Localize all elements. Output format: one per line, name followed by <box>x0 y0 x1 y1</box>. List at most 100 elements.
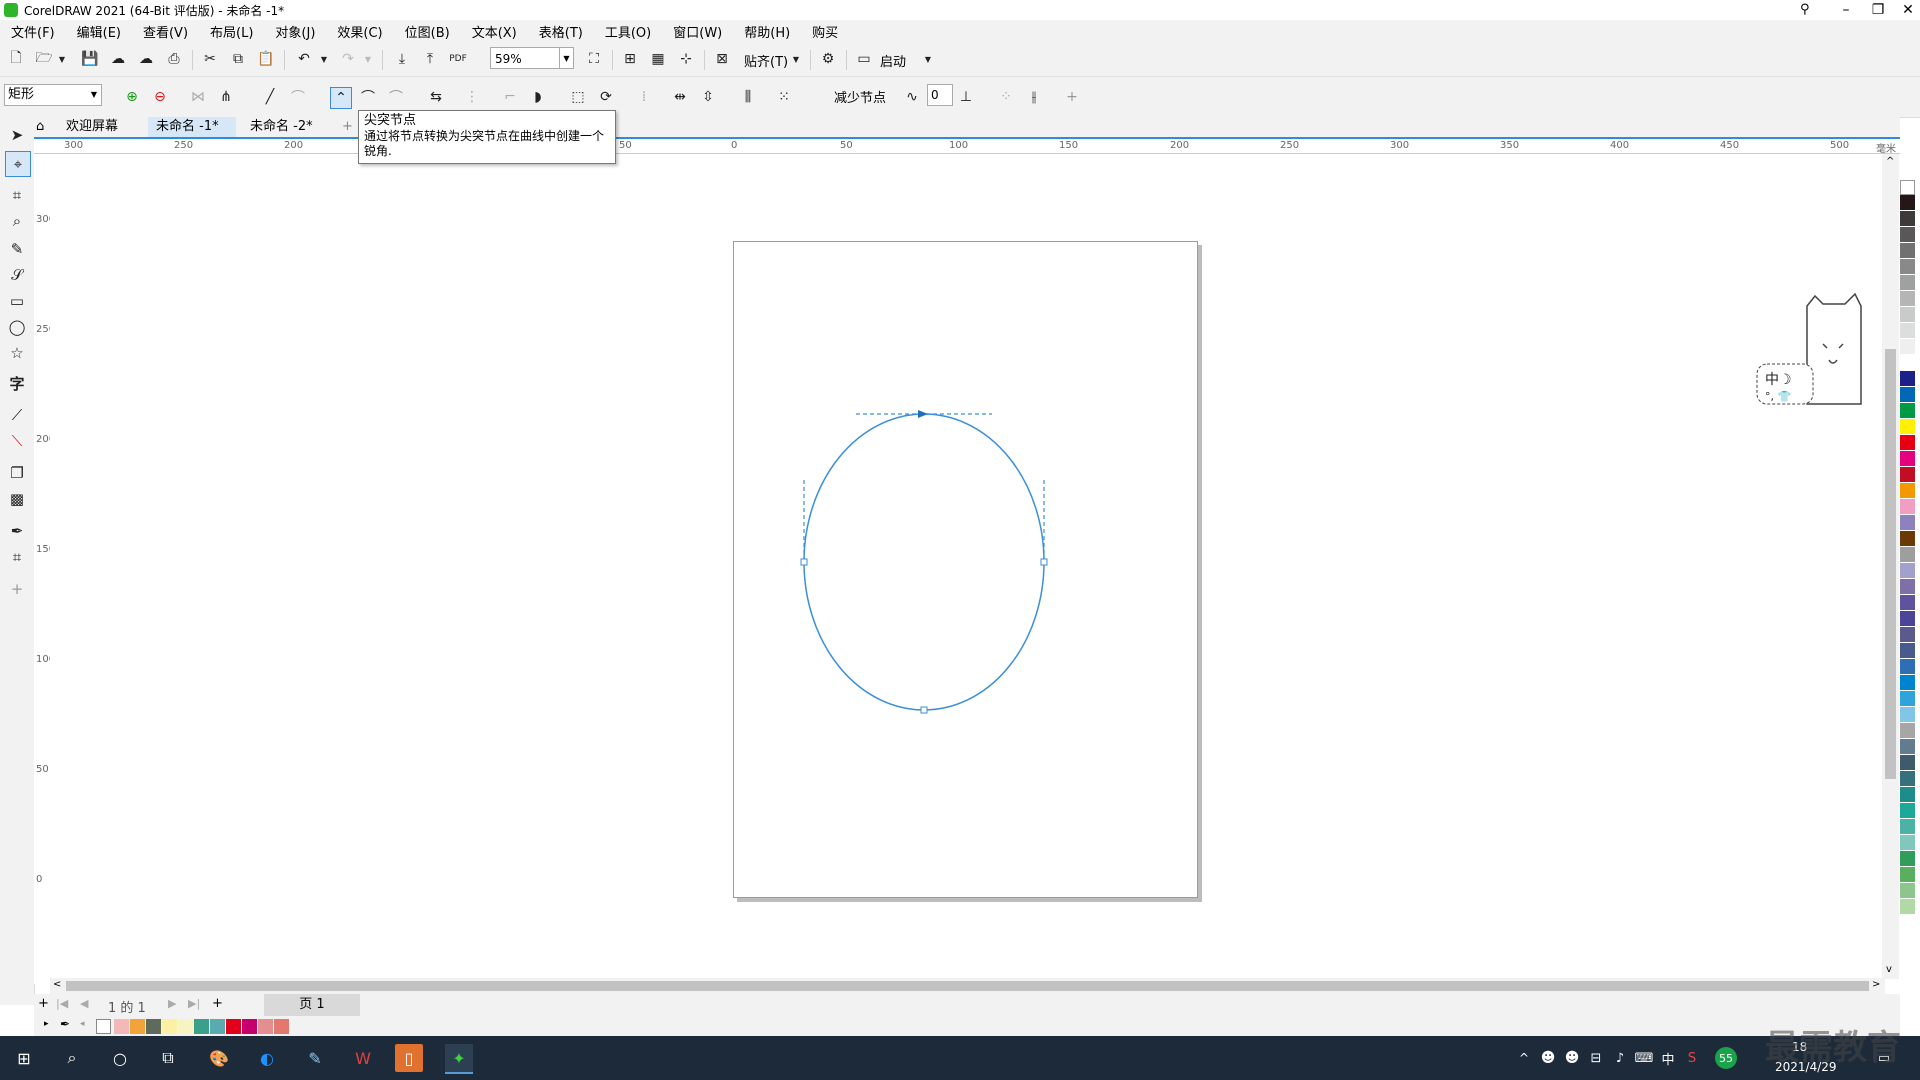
menu-window[interactable]: 窗口(W) <box>662 22 733 41</box>
palette-swatch[interactable] <box>1900 771 1915 787</box>
first-page-icon[interactable]: |◀ <box>56 997 68 1010</box>
copy-icon[interactable]: ⧉ <box>228 49 248 69</box>
palette-swatch[interactable] <box>1900 723 1915 739</box>
palette-expand-icon[interactable]: ▸ <box>44 1019 49 1029</box>
palette-swatch[interactable] <box>1900 883 1915 899</box>
doc-palette-swatch[interactable] <box>242 1019 257 1034</box>
crop-tool-icon[interactable]: ⌗ <box>5 183 29 207</box>
horizontal-scroll-thumb[interactable] <box>66 981 1869 991</box>
horizontal-scrollbar[interactable]: < > <box>50 978 1885 994</box>
palette-swatch[interactable] <box>1900 467 1915 483</box>
show-rulers-icon[interactable]: ⊞ <box>620 49 640 69</box>
palette-swatch[interactable] <box>1900 403 1915 419</box>
to-line-icon[interactable]: ╱ <box>260 87 280 107</box>
add-tool-icon[interactable]: + <box>5 577 29 601</box>
publish-pdf-icon[interactable]: PDF <box>448 49 468 69</box>
add-page-before-icon[interactable]: + <box>38 996 49 1011</box>
palette-swatch[interactable] <box>1900 515 1915 531</box>
palette-swatch[interactable] <box>1900 627 1915 643</box>
align-nodes-icon[interactable]: ⁞ <box>634 87 654 107</box>
menu-bitmaps[interactable]: 位图(B) <box>394 22 461 41</box>
search-icon[interactable]: ⌕ <box>58 1044 86 1072</box>
palette-swatch[interactable] <box>1900 531 1915 547</box>
menu-effects[interactable]: 效果(C) <box>326 22 393 41</box>
palette-swatch[interactable] <box>1900 451 1915 467</box>
scroll-up-icon[interactable]: ^ <box>1886 156 1894 167</box>
rectangle-tool-icon[interactable]: ▭ <box>5 289 29 313</box>
palette-scroll-left-icon[interactable]: ◂ <box>80 1019 85 1029</box>
ellipse-tool-icon[interactable]: ◯ <box>5 315 29 339</box>
minimize-button[interactable]: – <box>1830 0 1862 20</box>
palette-swatch[interactable] <box>1900 707 1915 723</box>
palette-swatch[interactable] <box>1900 675 1915 691</box>
doc-palette-swatch[interactable] <box>194 1019 209 1034</box>
palette-swatch[interactable] <box>1900 643 1915 659</box>
smooth-node-icon[interactable]: ⌒ <box>358 87 378 107</box>
palette-swatch[interactable] <box>1900 659 1915 675</box>
add-page-after-icon[interactable]: + <box>212 996 223 1011</box>
palette-swatch[interactable] <box>1900 787 1915 803</box>
launch-icon[interactable]: ▭ <box>854 49 874 69</box>
paint-app-icon[interactable]: 🎨 <box>205 1044 233 1072</box>
zoom-dropdown-icon[interactable]: ▼ <box>560 47 574 69</box>
undo-dropdown-icon[interactable]: ▼ <box>314 49 334 69</box>
task-view-icon[interactable]: ⧉ <box>154 1044 182 1072</box>
selection-mode-dropdown-icon[interactable]: ▼ <box>88 86 100 104</box>
connector-tool-icon[interactable]: ⟍ <box>5 429 29 453</box>
tablet-app-icon[interactable]: ▯ <box>395 1044 423 1072</box>
palette-swatch[interactable] <box>1900 291 1915 307</box>
doc-palette-swatch[interactable] <box>226 1019 241 1034</box>
drop-shadow-icon[interactable]: ❐ <box>5 461 29 485</box>
artistic-media-icon[interactable]: 𝒮 <box>5 263 29 287</box>
elastic-mode-icon[interactable]: ⫼ <box>738 87 758 107</box>
reflect-horizontal-icon[interactable]: ⇹ <box>670 87 690 107</box>
menu-edit[interactable]: 编辑(E) <box>66 22 132 41</box>
scroll-right-icon[interactable]: > <box>1872 979 1880 990</box>
launch-dropdown-icon[interactable]: ▼ <box>918 49 938 69</box>
zoom-level-input[interactable]: 59% <box>490 47 560 69</box>
palette-swatch[interactable] <box>1900 371 1915 387</box>
extend-curve-icon[interactable]: ⋮ <box>462 87 482 107</box>
page-tab-1[interactable]: 页 1 <box>264 994 360 1016</box>
freehand-tool-icon[interactable]: ✎ <box>5 237 29 261</box>
redo-icon[interactable]: ↷ <box>338 49 358 69</box>
windows-start-icon[interactable]: ⊞ <box>10 1044 38 1072</box>
palette-swatch[interactable] <box>1900 691 1915 707</box>
doc-palette-swatch[interactable] <box>178 1019 193 1034</box>
cut-icon[interactable]: ✂ <box>200 49 220 69</box>
snap-dropdown-icon[interactable]: ▼ <box>786 49 806 69</box>
palette-swatch[interactable] <box>1900 339 1915 355</box>
selected-ellipse-curve[interactable] <box>790 400 1060 720</box>
next-page-icon[interactable]: ▶ <box>168 997 176 1010</box>
menu-object[interactable]: 对象(J) <box>264 22 326 41</box>
tab-untitled-2[interactable]: 未命名 -2* <box>242 117 321 137</box>
show-grid-icon[interactable]: ▦ <box>648 49 668 69</box>
cusp-node-icon[interactable]: ⌃ <box>330 87 352 109</box>
palette-swatch[interactable] <box>1900 483 1915 499</box>
palette-swatch[interactable] <box>1900 835 1915 851</box>
menu-buy[interactable]: 购买 <box>801 22 849 41</box>
add-node-icon[interactable]: ⊕ <box>122 87 142 107</box>
select-all-nodes-icon[interactable]: ⁙ <box>774 87 794 107</box>
palette-swatch[interactable] <box>1900 355 1915 371</box>
palette-swatch[interactable] <box>1900 579 1915 595</box>
palette-swatch[interactable] <box>1900 243 1915 259</box>
eyedropper-tool-icon[interactable]: ✒ <box>5 519 29 543</box>
boundary-nodes-icon[interactable]: ⁘ <box>996 87 1016 107</box>
interactive-fill-icon[interactable]: ⌗ <box>5 545 29 569</box>
text-tool-icon[interactable]: 字 <box>5 371 29 395</box>
menu-table[interactable]: 表格(T) <box>528 22 594 41</box>
palette-swatch[interactable] <box>1900 755 1915 771</box>
palette-swatch[interactable] <box>1900 419 1915 435</box>
close-button[interactable]: ✕ <box>1892 0 1920 20</box>
smoothness-slider-icon[interactable]: ⊥ <box>956 87 976 107</box>
extract-subpath-icon[interactable]: ⌐ <box>500 87 520 107</box>
transparency-tool-icon[interactable]: ▩ <box>5 487 29 511</box>
reverse-direction-icon[interactable]: ⇆ <box>426 87 446 107</box>
doc-palette-swatch[interactable] <box>210 1019 225 1034</box>
undo-icon[interactable]: ↶ <box>294 49 314 69</box>
doc-palette-swatch[interactable] <box>130 1019 145 1034</box>
palette-swatch[interactable] <box>1900 259 1915 275</box>
break-curve-icon[interactable]: ⋔ <box>216 87 236 107</box>
rotate-nodes-icon[interactable]: ⟳ <box>596 87 616 107</box>
